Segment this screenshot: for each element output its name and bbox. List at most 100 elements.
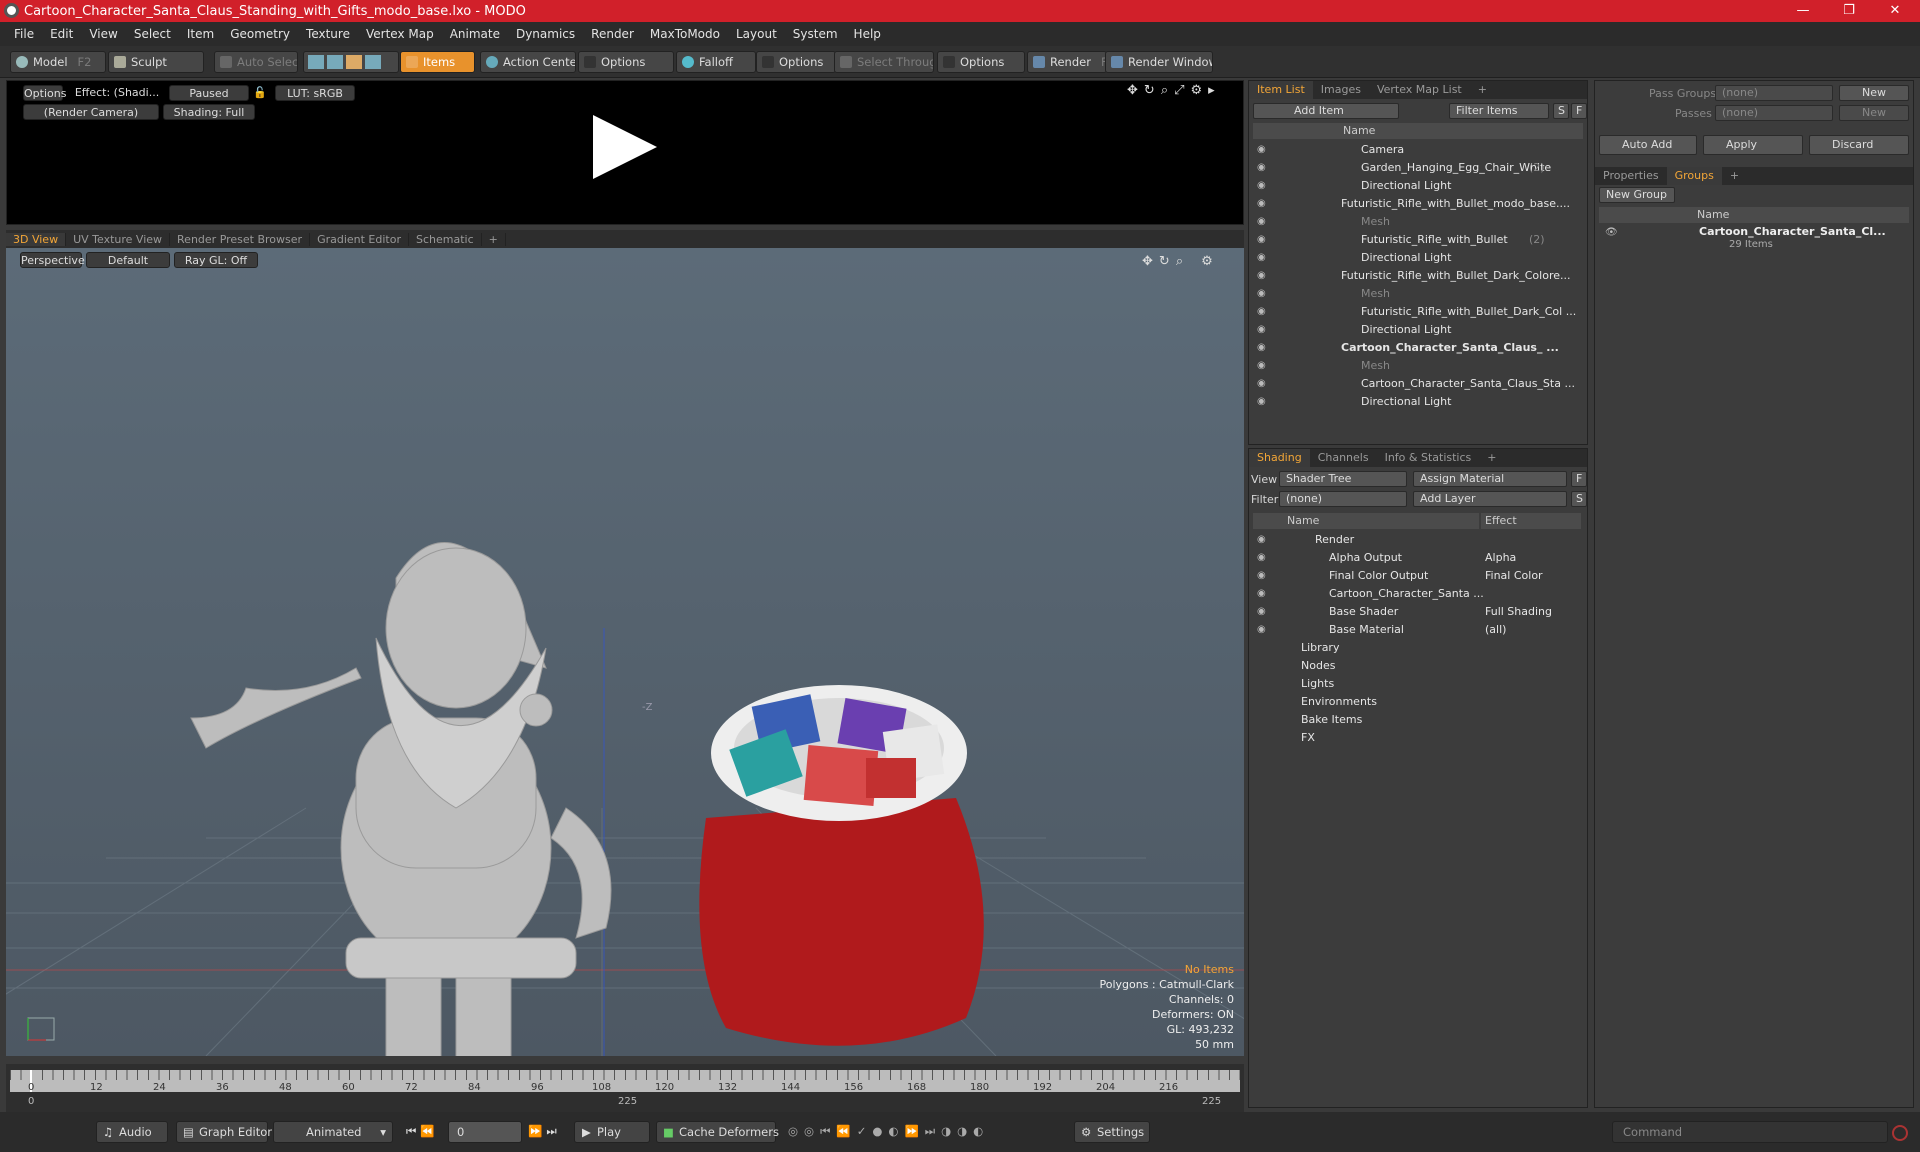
shader-tree-row[interactable]: Library [1249,639,1589,657]
menu-render[interactable]: Render [591,27,634,41]
eye-icon[interactable]: ◉ [1257,375,1266,393]
eye-icon[interactable]: ◉ [1257,393,1266,411]
render-window-button[interactable]: Render Window [1105,51,1213,73]
shader-tree-row[interactable]: ◉ Final Color Output Final Color [1249,567,1589,585]
eye-icon[interactable]: ◉ [1257,195,1266,213]
menu-edit[interactable]: Edit [50,27,73,41]
item-list-row[interactable]: ◉ Camera [1249,141,1589,159]
gear-icon[interactable]: ⚙ [1191,83,1209,98]
viewport-nav-controls[interactable]: ✥↻⌕ ⚙ [1142,254,1219,269]
menu-texture[interactable]: Texture [306,27,350,41]
new-group-button[interactable]: New Group [1599,187,1675,203]
lut-dropdown[interactable]: LUT: sRGB [275,85,355,101]
model-mode-button[interactable]: Model F2 [10,51,106,73]
add-tab-button[interactable]: + [1479,449,1504,467]
new-pass-group-button[interactable]: New [1839,85,1909,101]
move-icon[interactable]: ✥ [1127,83,1144,98]
falloff-options-button[interactable]: Options [756,51,836,73]
paused-button[interactable]: Paused [169,85,249,101]
sculpt-mode-button[interactable]: Sculpt [108,51,204,73]
tab-info-statistics[interactable]: Info & Statistics [1377,449,1480,467]
key-tools[interactable]: ◎◎⏮⏪✓●◐⏩⏭◑◑◐ [782,1121,1072,1143]
eye-icon[interactable]: ◉ [1257,549,1266,567]
tab-groups[interactable]: Groups [1666,167,1722,185]
menu-geometry[interactable]: Geometry [230,27,290,41]
polygons-icon[interactable] [346,55,362,69]
item-list-row[interactable]: ◉ Futuristic_Rifle_with_Bullet_Dark_Color… [1249,267,1589,285]
shader-effect-value[interactable]: Alpha [1485,549,1516,567]
style-dropdown[interactable]: Default [86,252,170,268]
auto-select-button[interactable]: Auto Select [214,51,298,73]
eye-icon[interactable]: ◉ [1257,567,1266,585]
tab-vertex-map-list[interactable]: Vertex Map List [1369,81,1470,99]
tab-properties[interactable]: Properties [1595,167,1667,185]
shader-tree-row[interactable]: ◉ Base Material (all) [1249,621,1589,639]
item-list-row[interactable]: ◉ Cartoon_Character_Santa_Claus_Sta ... [1249,375,1589,393]
menu-file[interactable]: File [14,27,34,41]
item-list-row[interactable]: ◉ Directional Light [1249,249,1589,267]
item-list-row[interactable]: ◉ Directional Light [1249,321,1589,339]
item-list-row[interactable]: ◉ Directional Light [1249,393,1589,411]
checkbox-icon[interactable] [584,56,596,68]
3d-viewport[interactable]: -Z Perspective Default Ray GL: Off ✥↻⌕ ⚙ … [6,248,1244,1056]
zoom-icon[interactable]: ⌕ [1176,254,1189,269]
lock-icon[interactable]: 🔓 [253,85,267,101]
menu-system[interactable]: System [793,27,838,41]
shader-tree-row[interactable]: Nodes [1249,657,1589,675]
shader-tree-row[interactable]: ◉ Alpha Output Alpha [1249,549,1589,567]
render-camera-dropdown[interactable]: (Render Camera) [23,104,159,120]
tab-uv-texture-view[interactable]: UV Texture View [66,232,171,246]
eye-icon[interactable]: ◉ [1257,621,1266,639]
menu-dynamics[interactable]: Dynamics [516,27,575,41]
eye-icon[interactable]: ◉ [1257,357,1266,375]
select-through-button[interactable]: Select Through [834,51,934,73]
gear-icon[interactable]: ⚙ [1201,254,1219,269]
tab-images[interactable]: Images [1313,81,1369,99]
select-through-options-button[interactable]: Options [937,51,1025,73]
menu-vertex-map[interactable]: Vertex Map [366,27,434,41]
filter-s-button[interactable]: S [1553,103,1569,119]
audio-button[interactable]: ♫ Audio [96,1121,168,1143]
cache-deformers-button[interactable]: ■ Cache Deformers [656,1121,779,1143]
item-list-row[interactable]: ◉ Mesh [1249,285,1589,303]
passes-dropdown[interactable]: (none) [1715,105,1833,121]
eye-icon[interactable]: ◉ [1257,249,1266,267]
shader-effect-value[interactable]: (all) [1485,621,1506,639]
filter-dropdown[interactable]: (none) [1279,491,1407,507]
menu-view[interactable]: View [89,27,117,41]
tab-gradient-editor[interactable]: Gradient Editor [310,232,409,246]
transport-prev-controls[interactable]: ⏮⏪ [400,1121,446,1143]
vertices-icon[interactable] [308,55,324,69]
render-preview[interactable]: Options Effect: (Shadi... Paused 🔓 LUT: … [6,80,1244,225]
auto-add-button[interactable]: Auto Add [1599,135,1697,155]
materials-icon[interactable] [365,55,381,69]
item-list-row[interactable]: ◉ Futuristic_Rifle_with_Bullet_Dark_Col .… [1249,303,1589,321]
eye-icon[interactable]: ◉ [1257,177,1266,195]
tab-3d-view[interactable]: 3D View [6,232,67,246]
minimize-button[interactable]: — [1780,0,1826,22]
eye-icon[interactable]: ◉ [1257,303,1266,321]
discard-button[interactable]: Discard [1809,135,1909,155]
items-mode-button[interactable]: Items [400,51,475,73]
eye-icon[interactable]: ◉ [1257,267,1266,285]
menu-layout[interactable]: Layout [736,27,777,41]
edges-icon[interactable] [327,55,343,69]
filter-items-input[interactable]: Filter Items [1449,103,1549,119]
tab-render-preset-browser[interactable]: Render Preset Browser [170,232,311,246]
preview-options-button[interactable]: Options [23,85,66,101]
zoom-icon[interactable]: ⌕ [1161,83,1174,98]
raygl-dropdown[interactable]: Ray GL: Off [174,252,258,268]
next-key-icon[interactable]: ⏩ [528,1124,546,1138]
new-pass-button[interactable]: New [1839,105,1909,121]
add-tab-button[interactable]: + [1722,167,1747,185]
item-list-row[interactable]: ◉ Garden_Hanging_Egg_Chair_White (2) [1249,159,1589,177]
menu-help[interactable]: Help [854,27,881,41]
play-icon[interactable] [593,115,657,179]
eye-icon[interactable]: ◉ [1257,213,1266,231]
shader-tree-row[interactable]: FX [1249,729,1589,747]
assign-material-dropdown[interactable]: Assign Material [1413,471,1567,487]
fit-icon[interactable]: ⤢ [1174,83,1190,98]
add-item-dropdown[interactable]: Add Item [1253,103,1399,119]
close-button[interactable]: ✕ [1872,0,1918,22]
eye-icon[interactable]: ◉ [1257,531,1266,549]
